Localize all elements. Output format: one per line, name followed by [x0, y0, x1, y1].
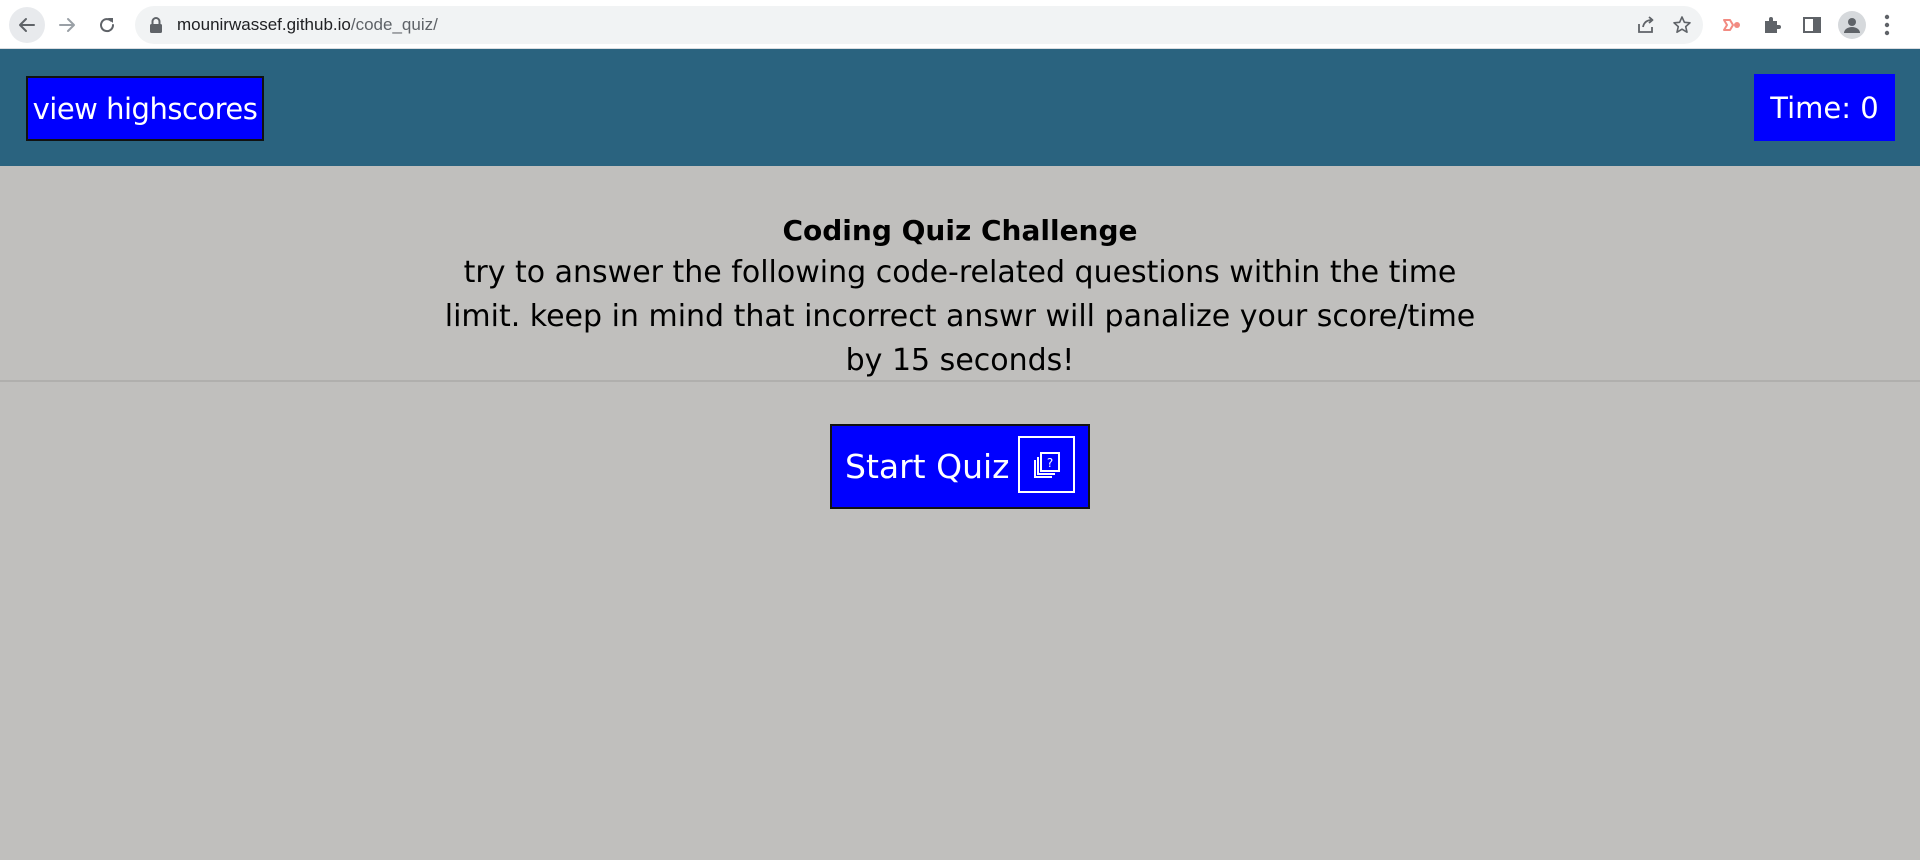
timer-display: Time: 0	[1754, 74, 1895, 141]
url-domain: mounirwassef.github.io	[177, 15, 351, 34]
address-bar[interactable]: mounirwassef.github.io/code_quiz/	[135, 6, 1703, 44]
back-button[interactable]	[9, 7, 45, 43]
url-path: /code_quiz/	[350, 15, 438, 34]
site-header: view highscores Time: 0	[0, 49, 1920, 166]
bookmark-star-icon[interactable]	[1672, 15, 1692, 35]
url-text: mounirwassef.github.io/code_quiz/	[177, 15, 438, 35]
view-highscores-button[interactable]: view highscores	[26, 76, 264, 141]
svg-text:?: ?	[1046, 456, 1052, 470]
back-arrow-icon	[19, 18, 35, 32]
person-icon	[1844, 18, 1860, 33]
quiz-title: Coding Quiz Challenge	[782, 214, 1138, 247]
share-icon[interactable]	[1636, 15, 1656, 35]
start-quiz-label: Start Quiz	[845, 447, 1010, 486]
side-panel-icon[interactable]	[1801, 14, 1823, 36]
lock-icon	[150, 17, 162, 33]
profile-avatar[interactable]	[1838, 11, 1866, 39]
quiz-description: try to answer the following code-related…	[444, 255, 1476, 378]
extensions-puzzle-icon[interactable]	[1761, 14, 1783, 36]
reload-icon	[100, 18, 115, 33]
intro-text-block: Coding Quiz Challenge try to answer the …	[420, 211, 1500, 383]
intro-section: Coding Quiz Challenge try to answer the …	[0, 166, 1920, 381]
start-quiz-button[interactable]: Start Quiz ?	[830, 424, 1090, 509]
reload-button[interactable]	[89, 7, 125, 43]
browser-toolbar: mounirwassef.github.io/code_quiz/	[0, 0, 1920, 49]
quiz-question-icon: ?	[1018, 436, 1075, 493]
question-stack-icon: ?	[1033, 451, 1060, 478]
extension-red-icon[interactable]	[1721, 14, 1743, 36]
forward-button[interactable]	[49, 7, 85, 43]
section-divider	[0, 380, 1920, 382]
kebab-menu-icon[interactable]	[1884, 13, 1890, 37]
forward-arrow-icon	[59, 18, 75, 32]
